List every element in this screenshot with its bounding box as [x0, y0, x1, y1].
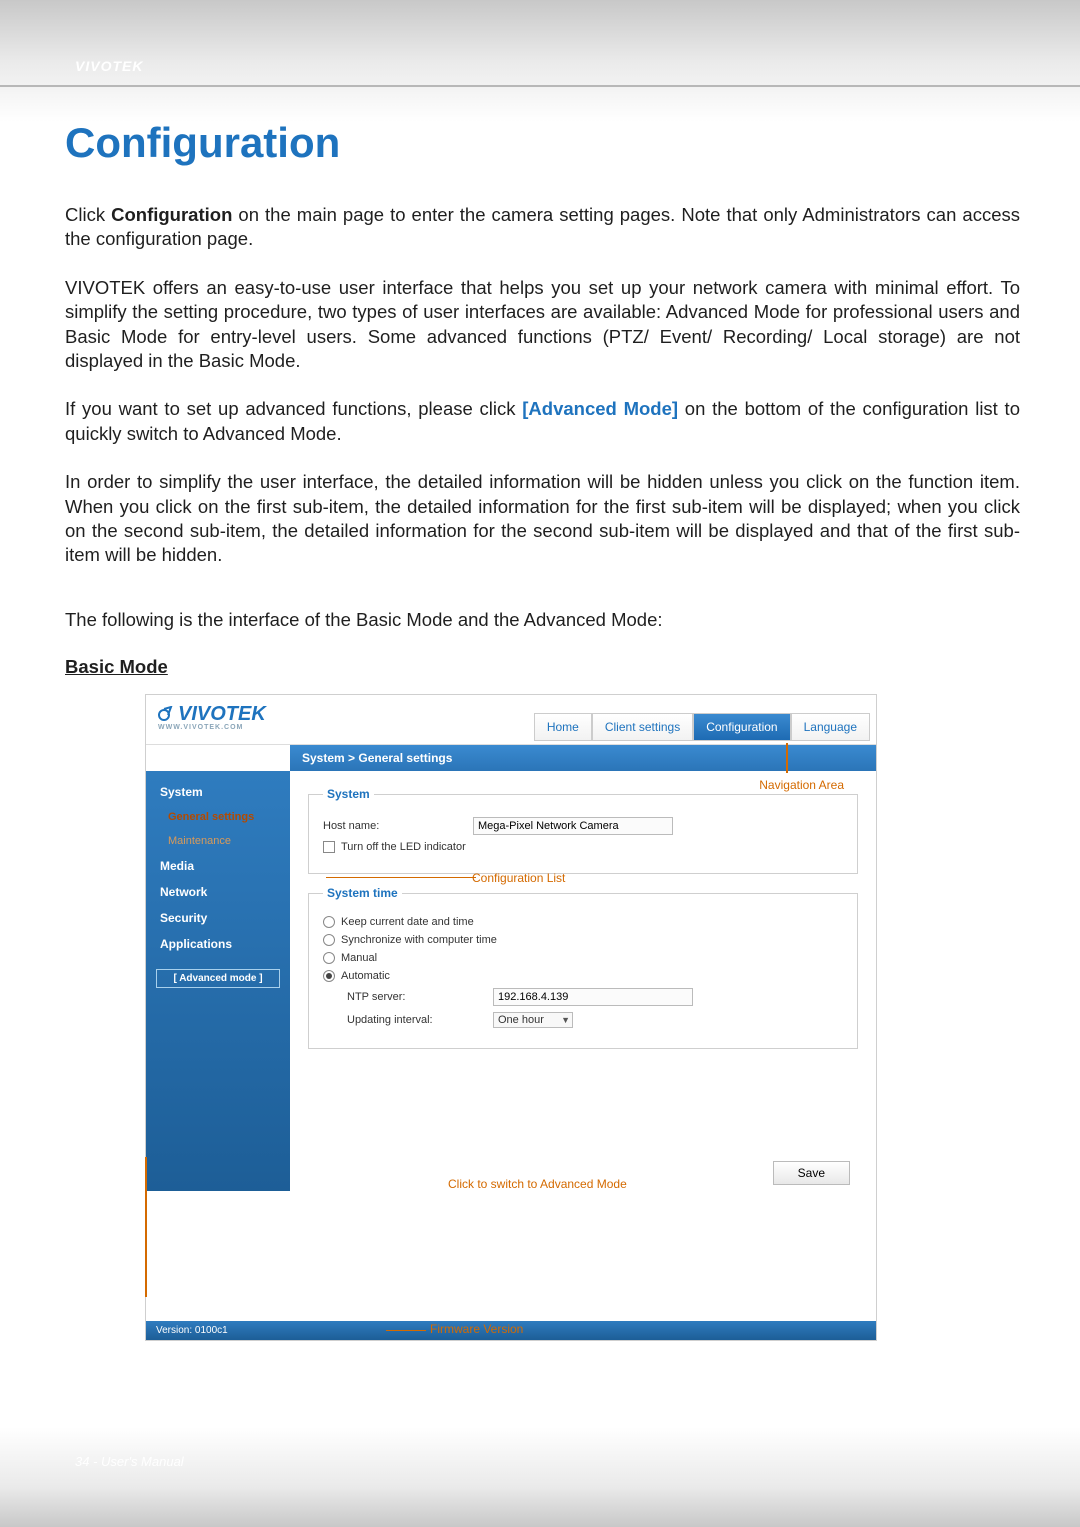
callout-line-adv [145, 1157, 147, 1297]
p1-strong: Configuration [111, 204, 232, 225]
header-brand: VIVOTEK [75, 58, 143, 74]
tab-client-settings[interactable]: Client settings [592, 713, 693, 741]
radio-auto-icon[interactable] [323, 970, 335, 982]
ntp-server-input[interactable] [493, 988, 693, 1006]
sidebar-item-system[interactable]: System [146, 779, 290, 805]
interval-select[interactable]: One hour ▼ [493, 1012, 573, 1028]
sidebar-item-media[interactable]: Media [146, 853, 290, 879]
ntp-label: NTP server: [323, 991, 493, 1003]
page-title: Configuration [65, 119, 1020, 167]
footer-gradient [0, 1427, 1080, 1527]
sidebar-item-security[interactable]: Security [146, 905, 290, 931]
sidebar-item-applications[interactable]: Applications [146, 931, 290, 957]
radio-automatic[interactable]: Automatic [323, 970, 843, 982]
app-header: VIVOTEK WWW.VIVOTEK.COM Home Client sett… [146, 695, 876, 745]
sidebar-item-general-settings[interactable]: General settings [146, 805, 290, 829]
sidebar-advanced-mode-button[interactable]: [ Advanced mode ] [156, 969, 280, 988]
system-time-group: System time Keep current date and time S… [308, 886, 858, 1049]
radio-sync-computer[interactable]: Synchronize with computer time [323, 934, 843, 946]
paragraph-2: VIVOTEK offers an easy-to-use user inter… [65, 276, 1020, 374]
led-checkbox-row[interactable]: Turn off the LED indicator [323, 841, 843, 853]
paragraph-4: In order to simplify the user interface,… [65, 470, 1020, 568]
paragraph-5: The following is the interface of the Ba… [65, 608, 1020, 632]
radio-keep-current[interactable]: Keep current date and time [323, 916, 843, 928]
sidebar-item-network[interactable]: Network [146, 879, 290, 905]
screenshot-gap [146, 1191, 876, 1321]
sidebar: System General settings Maintenance Medi… [146, 771, 290, 1191]
led-checkbox[interactable] [323, 841, 335, 853]
vivotek-logo: VIVOTEK WWW.VIVOTEK.COM [158, 703, 266, 731]
radio-keep-icon[interactable] [323, 916, 335, 928]
callout-firmware-version: Firmware Version [386, 1322, 523, 1336]
system-group: System Host name: Turn off the LED indic… [308, 787, 858, 874]
interval-select-value: One hour [498, 1014, 544, 1026]
radio-sync-label: Synchronize with computer time [341, 934, 497, 946]
callout-advanced-switch: Click to switch to Advanced Mode [448, 1177, 627, 1191]
hostname-input[interactable] [473, 817, 673, 835]
led-checkbox-label: Turn off the LED indicator [341, 841, 466, 853]
logo-text: VIVOTEK [178, 703, 266, 725]
basic-mode-heading: Basic Mode [65, 656, 1020, 678]
callout-line-nav [786, 743, 788, 773]
page-footer: 34 - User's Manual [75, 1454, 184, 1469]
system-time-legend: System time [323, 886, 402, 900]
radio-keep-label: Keep current date and time [341, 916, 474, 928]
advanced-mode-link: [Advanced Mode] [522, 398, 678, 419]
p3-text-a: If you want to set up advanced functions… [65, 398, 522, 419]
interval-row: Updating interval: One hour ▼ [323, 1012, 843, 1028]
breadcrumb: System > General settings [290, 745, 876, 771]
radio-manual-icon[interactable] [323, 952, 335, 964]
config-body: System General settings Maintenance Medi… [146, 771, 876, 1191]
paragraph-1: Click Configuration on the main page to … [65, 203, 1020, 252]
ntp-row: NTP server: [323, 988, 843, 1006]
callout-fw-label: Firmware Version [430, 1322, 523, 1336]
logo-subtext: WWW.VIVOTEK.COM [158, 724, 266, 731]
screenshot-basic-mode: VIVOTEK WWW.VIVOTEK.COM Home Client sett… [145, 694, 877, 1341]
chevron-down-icon: ▼ [561, 1015, 570, 1025]
radio-auto-label: Automatic [341, 970, 390, 982]
header-divider [0, 85, 1080, 87]
save-button[interactable]: Save [773, 1161, 850, 1185]
paragraph-3: If you want to set up advanced functions… [65, 397, 1020, 446]
hostname-label: Host name: [323, 820, 473, 832]
p1-text-a: Click [65, 204, 111, 225]
radio-manual[interactable]: Manual [323, 952, 843, 964]
system-group-legend: System [323, 787, 374, 801]
tab-language[interactable]: Language [791, 713, 870, 741]
hostname-row: Host name: [323, 817, 843, 835]
tab-home[interactable]: Home [534, 713, 592, 741]
callout-line-config [326, 877, 476, 878]
radio-sync-icon[interactable] [323, 934, 335, 946]
top-nav-tabs: Home Client settings Configuration Langu… [534, 713, 870, 741]
sidebar-item-maintenance[interactable]: Maintenance [146, 829, 290, 853]
radio-manual-label: Manual [341, 952, 377, 964]
main-panel: System Host name: Turn off the LED indic… [290, 771, 876, 1191]
interval-label: Updating interval: [323, 1014, 493, 1026]
tab-configuration[interactable]: Configuration [693, 713, 790, 741]
